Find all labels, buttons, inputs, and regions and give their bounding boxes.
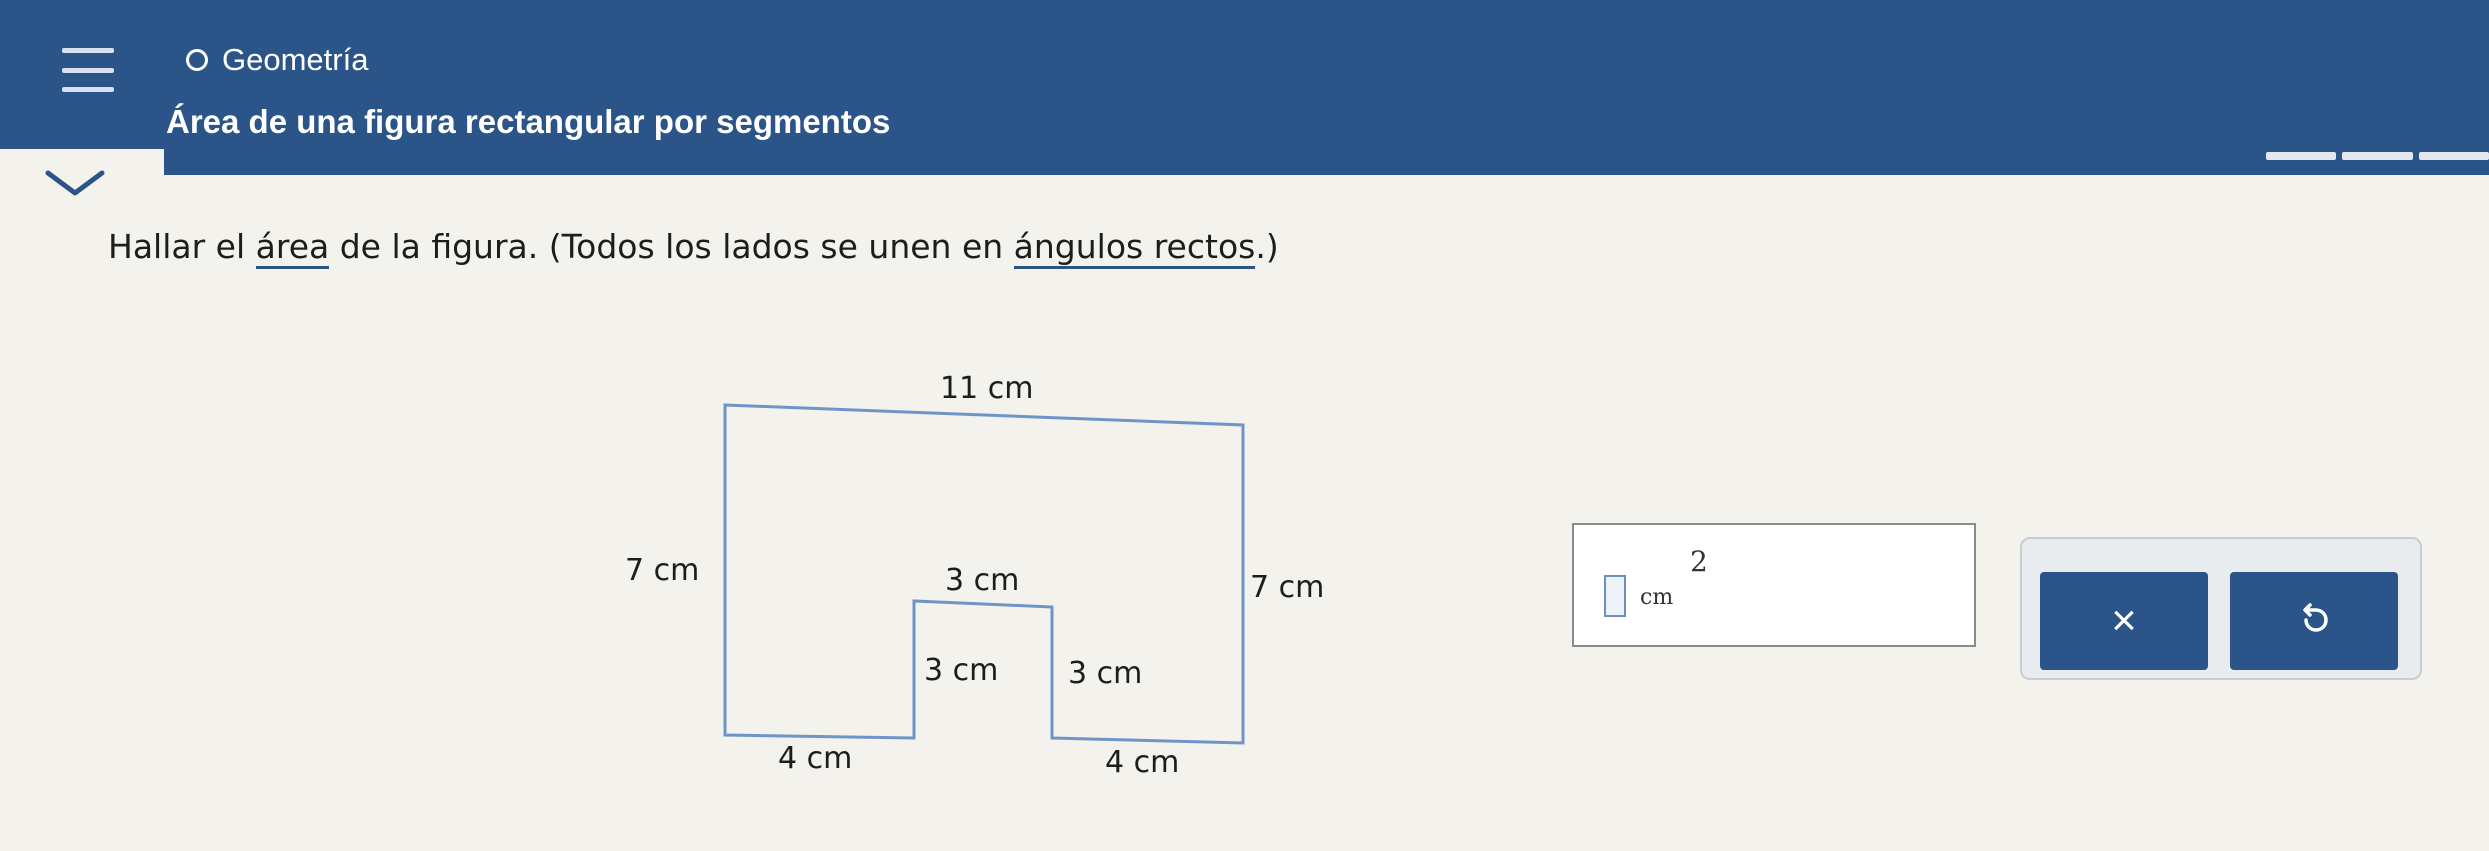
answer-box: cm 2 [1572, 523, 1976, 647]
question-text: Hallar el área de la figura. (Todos los … [108, 227, 1279, 269]
answer-input[interactable] [1604, 575, 1626, 617]
glossary-link-area[interactable]: área [255, 227, 330, 269]
question-suffix: .) [1255, 227, 1279, 266]
undo-button[interactable] [2230, 572, 2398, 670]
glossary-link-right-angles[interactable]: ángulos rectos [1013, 227, 1256, 269]
label-bottom-left: 4 cm [778, 741, 852, 776]
lesson-title: Área de una figura rectangular por segme… [166, 103, 891, 140]
question-middle: de la figura. (Todos los lados se unen e… [329, 227, 1014, 266]
label-notch-top: 3 cm [945, 563, 1019, 598]
answer-unit: cm [1640, 585, 1674, 610]
label-right: 7 cm [1250, 570, 1324, 605]
topic-text: Geometría [222, 42, 369, 77]
progress-bar [2266, 152, 2489, 160]
label-bottom-right: 4 cm [1105, 745, 1179, 780]
rectilinear-figure: 11 cm 7 cm 7 cm 3 cm 3 cm 3 cm 4 cm 4 cm [625, 371, 1324, 780]
answer-unit-exponent: 2 [1690, 545, 1708, 578]
question-prefix: Hallar el [108, 227, 256, 266]
clear-button[interactable]: × [2040, 572, 2208, 670]
button-panel: × [2020, 537, 2422, 680]
header-bar: Geometría Área de una figura rectangular… [0, 0, 2489, 175]
label-notch-right: 3 cm [1068, 656, 1142, 691]
menu-icon[interactable] [62, 48, 114, 92]
chevron-down-icon [45, 170, 105, 196]
undo-icon [2303, 603, 2328, 632]
topic-label: Geometría [186, 42, 368, 78]
topic-circle-icon [186, 49, 208, 71]
label-left: 7 cm [625, 553, 699, 588]
label-notch-left: 3 cm [924, 653, 998, 688]
collapse-tab[interactable] [0, 149, 164, 219]
label-top: 11 cm [940, 371, 1033, 406]
